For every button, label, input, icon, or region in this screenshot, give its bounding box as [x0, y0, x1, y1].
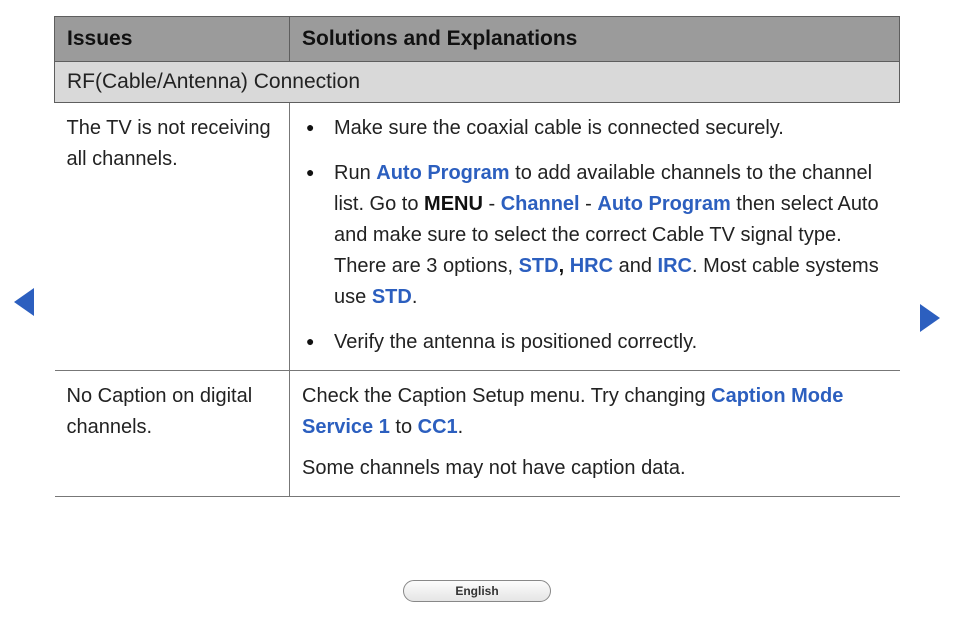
header-solutions: Solutions and Explanations — [290, 17, 900, 62]
solution-cell: Check the Caption Setup menu. Try changi… — [290, 371, 900, 497]
solution-cell: Make sure the coaxial cable is connected… — [290, 103, 900, 371]
prev-page-arrow-icon[interactable] — [14, 288, 34, 316]
manual-page: Issues Solutions and Explanations RF(Cab… — [0, 0, 954, 624]
next-page-arrow-icon[interactable] — [920, 304, 940, 332]
list-item: Verify the antenna is positioned correct… — [306, 327, 888, 358]
table-row: The TV is not receiving all channels. Ma… — [55, 103, 900, 371]
table-header-row: Issues Solutions and Explanations — [55, 17, 900, 62]
troubleshooting-table: Issues Solutions and Explanations RF(Cab… — [54, 16, 900, 497]
list-item: Run Auto Program to add available channe… — [306, 158, 888, 313]
table-section-row: RF(Cable/Antenna) Connection — [55, 62, 900, 103]
bullet-list: Make sure the coaxial cable is connected… — [302, 113, 888, 358]
list-item: Make sure the coaxial cable is connected… — [306, 113, 888, 144]
section-title: RF(Cable/Antenna) Connection — [55, 62, 900, 103]
paragraph: Some channels may not have caption data. — [302, 453, 888, 484]
issue-cell: The TV is not receiving all channels. — [55, 103, 290, 371]
paragraph: Check the Caption Setup menu. Try changi… — [302, 381, 888, 443]
table-row: No Caption on digital channels. Check th… — [55, 371, 900, 497]
language-indicator: English — [403, 580, 551, 602]
header-issues: Issues — [55, 17, 290, 62]
issue-cell: No Caption on digital channels. — [55, 371, 290, 497]
